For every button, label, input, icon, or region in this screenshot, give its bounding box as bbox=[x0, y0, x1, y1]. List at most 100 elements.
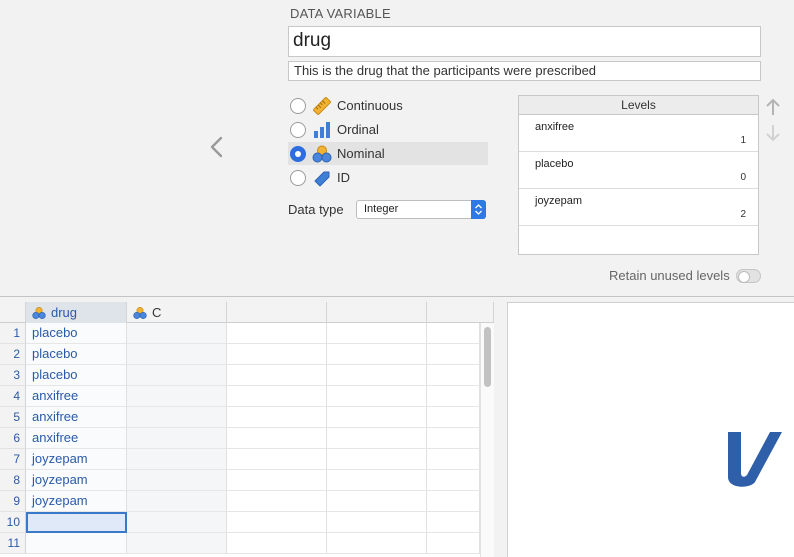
empty-cell[interactable] bbox=[127, 407, 227, 428]
empty-cell[interactable] bbox=[127, 344, 227, 365]
empty-cell[interactable] bbox=[427, 323, 480, 344]
empty-cell[interactable] bbox=[427, 407, 480, 428]
empty-cell[interactable] bbox=[127, 449, 227, 470]
row-number[interactable]: 5 bbox=[0, 407, 26, 428]
empty-cell[interactable] bbox=[427, 365, 480, 386]
empty-cell[interactable] bbox=[427, 470, 480, 491]
nominal-radio[interactable] bbox=[290, 145, 306, 162]
row-number[interactable]: 9 bbox=[0, 491, 26, 512]
empty-cell[interactable] bbox=[327, 512, 427, 533]
empty-cell[interactable] bbox=[327, 470, 427, 491]
drug-cell[interactable] bbox=[26, 533, 127, 554]
chevron-left-icon[interactable] bbox=[206, 134, 228, 160]
column-header-empty[interactable] bbox=[427, 302, 494, 323]
drug-cell-selected[interactable] bbox=[26, 512, 127, 533]
scrollbar-thumb[interactable] bbox=[484, 327, 491, 387]
row-number[interactable]: 6 bbox=[0, 428, 26, 449]
empty-cell[interactable] bbox=[227, 533, 327, 554]
level-item[interactable]: joyzepam 2 bbox=[519, 189, 758, 226]
empty-cell[interactable] bbox=[327, 365, 427, 386]
empty-cell[interactable] bbox=[227, 512, 327, 533]
measure-type-continuous[interactable]: Continuous bbox=[288, 94, 488, 117]
drug-cell[interactable]: placebo bbox=[26, 365, 127, 386]
measure-type-nominal[interactable]: Nominal bbox=[288, 142, 488, 165]
column-header-label: drug bbox=[51, 305, 78, 320]
row-number[interactable]: 4 bbox=[0, 386, 26, 407]
empty-cell[interactable] bbox=[127, 470, 227, 491]
empty-cell[interactable] bbox=[427, 449, 480, 470]
column-header-empty[interactable] bbox=[327, 302, 427, 323]
row-number[interactable]: 8 bbox=[0, 470, 26, 491]
empty-cell[interactable] bbox=[227, 365, 327, 386]
data-type-select[interactable]: Integer bbox=[356, 200, 486, 219]
empty-cell[interactable] bbox=[227, 470, 327, 491]
empty-cell[interactable] bbox=[327, 386, 427, 407]
jamovi-logo-icon bbox=[728, 432, 782, 487]
row-number[interactable]: 7 bbox=[0, 449, 26, 470]
drug-cell[interactable]: anxifree bbox=[26, 407, 127, 428]
row-number[interactable]: 1 bbox=[0, 323, 26, 344]
variable-setup-panel: DATA VARIABLE drug This is the drug that… bbox=[0, 0, 794, 296]
empty-cell[interactable] bbox=[427, 344, 480, 365]
drug-cell[interactable]: placebo bbox=[26, 323, 127, 344]
empty-cell[interactable] bbox=[327, 428, 427, 449]
continuous-radio[interactable] bbox=[290, 97, 306, 114]
empty-cell[interactable] bbox=[327, 533, 427, 554]
drug-cell[interactable]: joyzepam bbox=[26, 470, 127, 491]
move-level-up-icon[interactable] bbox=[764, 96, 782, 118]
move-level-down-icon[interactable] bbox=[764, 122, 782, 144]
nominal-circles-icon bbox=[312, 145, 332, 162]
drug-cell[interactable]: joyzepam bbox=[26, 449, 127, 470]
empty-cell[interactable] bbox=[127, 533, 227, 554]
empty-cell[interactable] bbox=[427, 386, 480, 407]
empty-cell[interactable] bbox=[327, 407, 427, 428]
empty-cell[interactable] bbox=[227, 407, 327, 428]
vertical-scrollbar[interactable] bbox=[480, 323, 494, 557]
ordinal-radio[interactable] bbox=[290, 121, 306, 138]
level-item[interactable]: placebo 0 bbox=[519, 152, 758, 189]
empty-cell[interactable] bbox=[227, 428, 327, 449]
variable-name-input[interactable]: drug bbox=[288, 26, 761, 57]
id-radio[interactable] bbox=[290, 169, 306, 186]
empty-cell[interactable] bbox=[427, 533, 480, 554]
panel-splitter[interactable] bbox=[0, 296, 794, 297]
empty-cell[interactable] bbox=[127, 386, 227, 407]
empty-cell[interactable] bbox=[327, 323, 427, 344]
data-type-value: Integer bbox=[364, 203, 399, 215]
empty-cell[interactable] bbox=[227, 491, 327, 512]
empty-cell[interactable] bbox=[327, 344, 427, 365]
empty-cell[interactable] bbox=[327, 449, 427, 470]
column-header-empty[interactable] bbox=[227, 302, 327, 323]
row-number[interactable]: 11 bbox=[0, 533, 26, 554]
level-item[interactable]: anxifree 1 bbox=[519, 115, 758, 152]
empty-cell[interactable] bbox=[327, 491, 427, 512]
column-header-row: drug C bbox=[0, 302, 494, 323]
measure-type-ordinal[interactable]: Ordinal bbox=[288, 118, 488, 141]
drug-cell[interactable]: joyzepam bbox=[26, 491, 127, 512]
row-number[interactable]: 10 bbox=[0, 512, 26, 533]
column-header-drug[interactable]: drug bbox=[26, 302, 127, 323]
empty-cell[interactable] bbox=[427, 491, 480, 512]
level-label: anxifree bbox=[535, 121, 575, 133]
empty-cell[interactable] bbox=[227, 386, 327, 407]
variable-description-input[interactable]: This is the drug that the participants w… bbox=[288, 61, 761, 81]
empty-cell[interactable] bbox=[227, 449, 327, 470]
empty-cell[interactable] bbox=[127, 365, 227, 386]
measure-type-id[interactable]: ID bbox=[288, 166, 488, 189]
empty-cell[interactable] bbox=[427, 512, 480, 533]
empty-cell[interactable] bbox=[127, 512, 227, 533]
empty-cell[interactable] bbox=[227, 344, 327, 365]
drug-cell[interactable]: placebo bbox=[26, 344, 127, 365]
empty-cell[interactable] bbox=[227, 323, 327, 344]
drug-cell[interactable]: anxifree bbox=[26, 428, 127, 449]
empty-cell[interactable] bbox=[127, 491, 227, 512]
drug-cell[interactable]: anxifree bbox=[26, 386, 127, 407]
corner-cell[interactable] bbox=[0, 302, 26, 323]
row-number[interactable]: 2 bbox=[0, 344, 26, 365]
retain-unused-toggle[interactable] bbox=[736, 269, 761, 283]
empty-cell[interactable] bbox=[127, 323, 227, 344]
empty-cell[interactable] bbox=[427, 428, 480, 449]
empty-cell[interactable] bbox=[127, 428, 227, 449]
column-header-c[interactable]: C bbox=[127, 302, 227, 323]
row-number[interactable]: 3 bbox=[0, 365, 26, 386]
